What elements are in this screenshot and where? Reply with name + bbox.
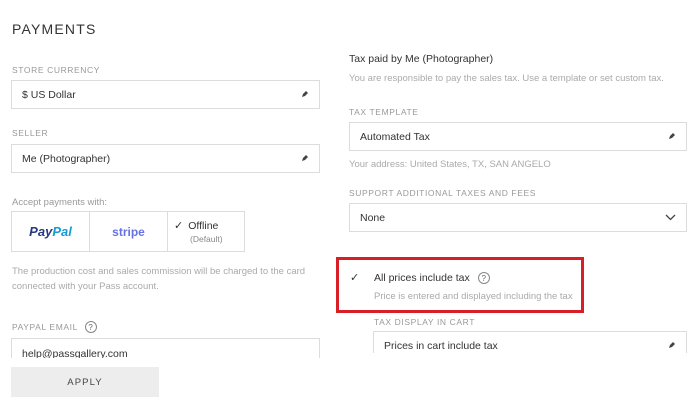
seller-field[interactable]: Me (Photographer) [11,144,320,173]
accept-payments-label: Accept payments with: [12,197,108,208]
additional-taxes-label: SUPPORT ADDITIONAL TAXES AND FEES [349,188,537,198]
tax-description: You are responsible to pay the sales tax… [349,73,664,84]
tax-title: Tax paid by Me (Photographer) [349,53,494,65]
stripe-logo: stripe [112,224,145,239]
pencil-icon[interactable] [668,340,676,352]
store-currency-field[interactable]: $ US Dollar [11,80,320,109]
check-icon[interactable]: ✓ [350,272,359,284]
chevron-down-icon [665,214,676,221]
paypal-email-label-row: PAYPAL EMAIL ? [12,321,97,333]
additional-taxes-value: None [360,211,386,224]
payment-methods: PayPal stripe ✓ Offline (Default) [11,211,245,252]
paypal-email-field[interactable]: help@passgallery.com [11,338,320,358]
store-currency-label: STORE CURRENCY [12,65,101,75]
tax-template-field[interactable]: Automated Tax [349,122,687,151]
page-title: PAYMENTS [12,21,97,37]
offline-label: Offline [188,219,219,232]
include-tax-label-row: All prices include tax ? [374,272,490,284]
include-tax-description: Price is entered and displayed including… [374,291,573,302]
apply-button[interactable]: APPLY [11,367,159,397]
pencil-icon[interactable] [668,131,676,143]
paypal-logo: PayPal [29,224,72,239]
tax-display-value: Prices in cart include tax [384,339,498,352]
seller-value: Me (Photographer) [22,152,111,165]
include-tax-highlight [336,257,584,313]
paypal-email-value: help@passgallery.com [22,348,128,358]
question-icon[interactable]: ? [477,272,490,284]
tax-template-label: TAX TEMPLATE [349,107,419,117]
paypal-option[interactable]: PayPal [12,212,90,251]
offline-option[interactable]: ✓ Offline (Default) [168,212,244,251]
seller-label: SELLER [12,128,49,138]
stripe-option[interactable]: stripe [90,212,168,251]
check-icon: ✓ [174,220,184,232]
tax-display-field[interactable]: Prices in cart include tax [373,331,687,353]
include-tax-checkbox[interactable]: ✓ [350,271,359,284]
tax-template-value: Automated Tax [360,130,430,143]
additional-taxes-select[interactable]: None [349,203,687,232]
include-tax-label[interactable]: All prices include tax [374,272,470,284]
paypal-email-clip: help@passgallery.com [11,338,320,358]
offline-default-label: (Default) [190,234,223,244]
tax-display-clip: Prices in cart include tax [373,331,687,353]
commission-note: The production cost and sales commission… [12,266,306,292]
tax-address: Your address: United States, TX, SAN ANG… [349,159,551,170]
tax-display-label: TAX DISPLAY IN CART [374,317,475,327]
question-icon[interactable]: ? [84,321,97,333]
pencil-icon[interactable] [301,153,309,165]
pencil-icon[interactable] [301,89,309,101]
paypal-email-label: PAYPAL EMAIL [12,322,78,332]
store-currency-value: $ US Dollar [22,88,76,101]
